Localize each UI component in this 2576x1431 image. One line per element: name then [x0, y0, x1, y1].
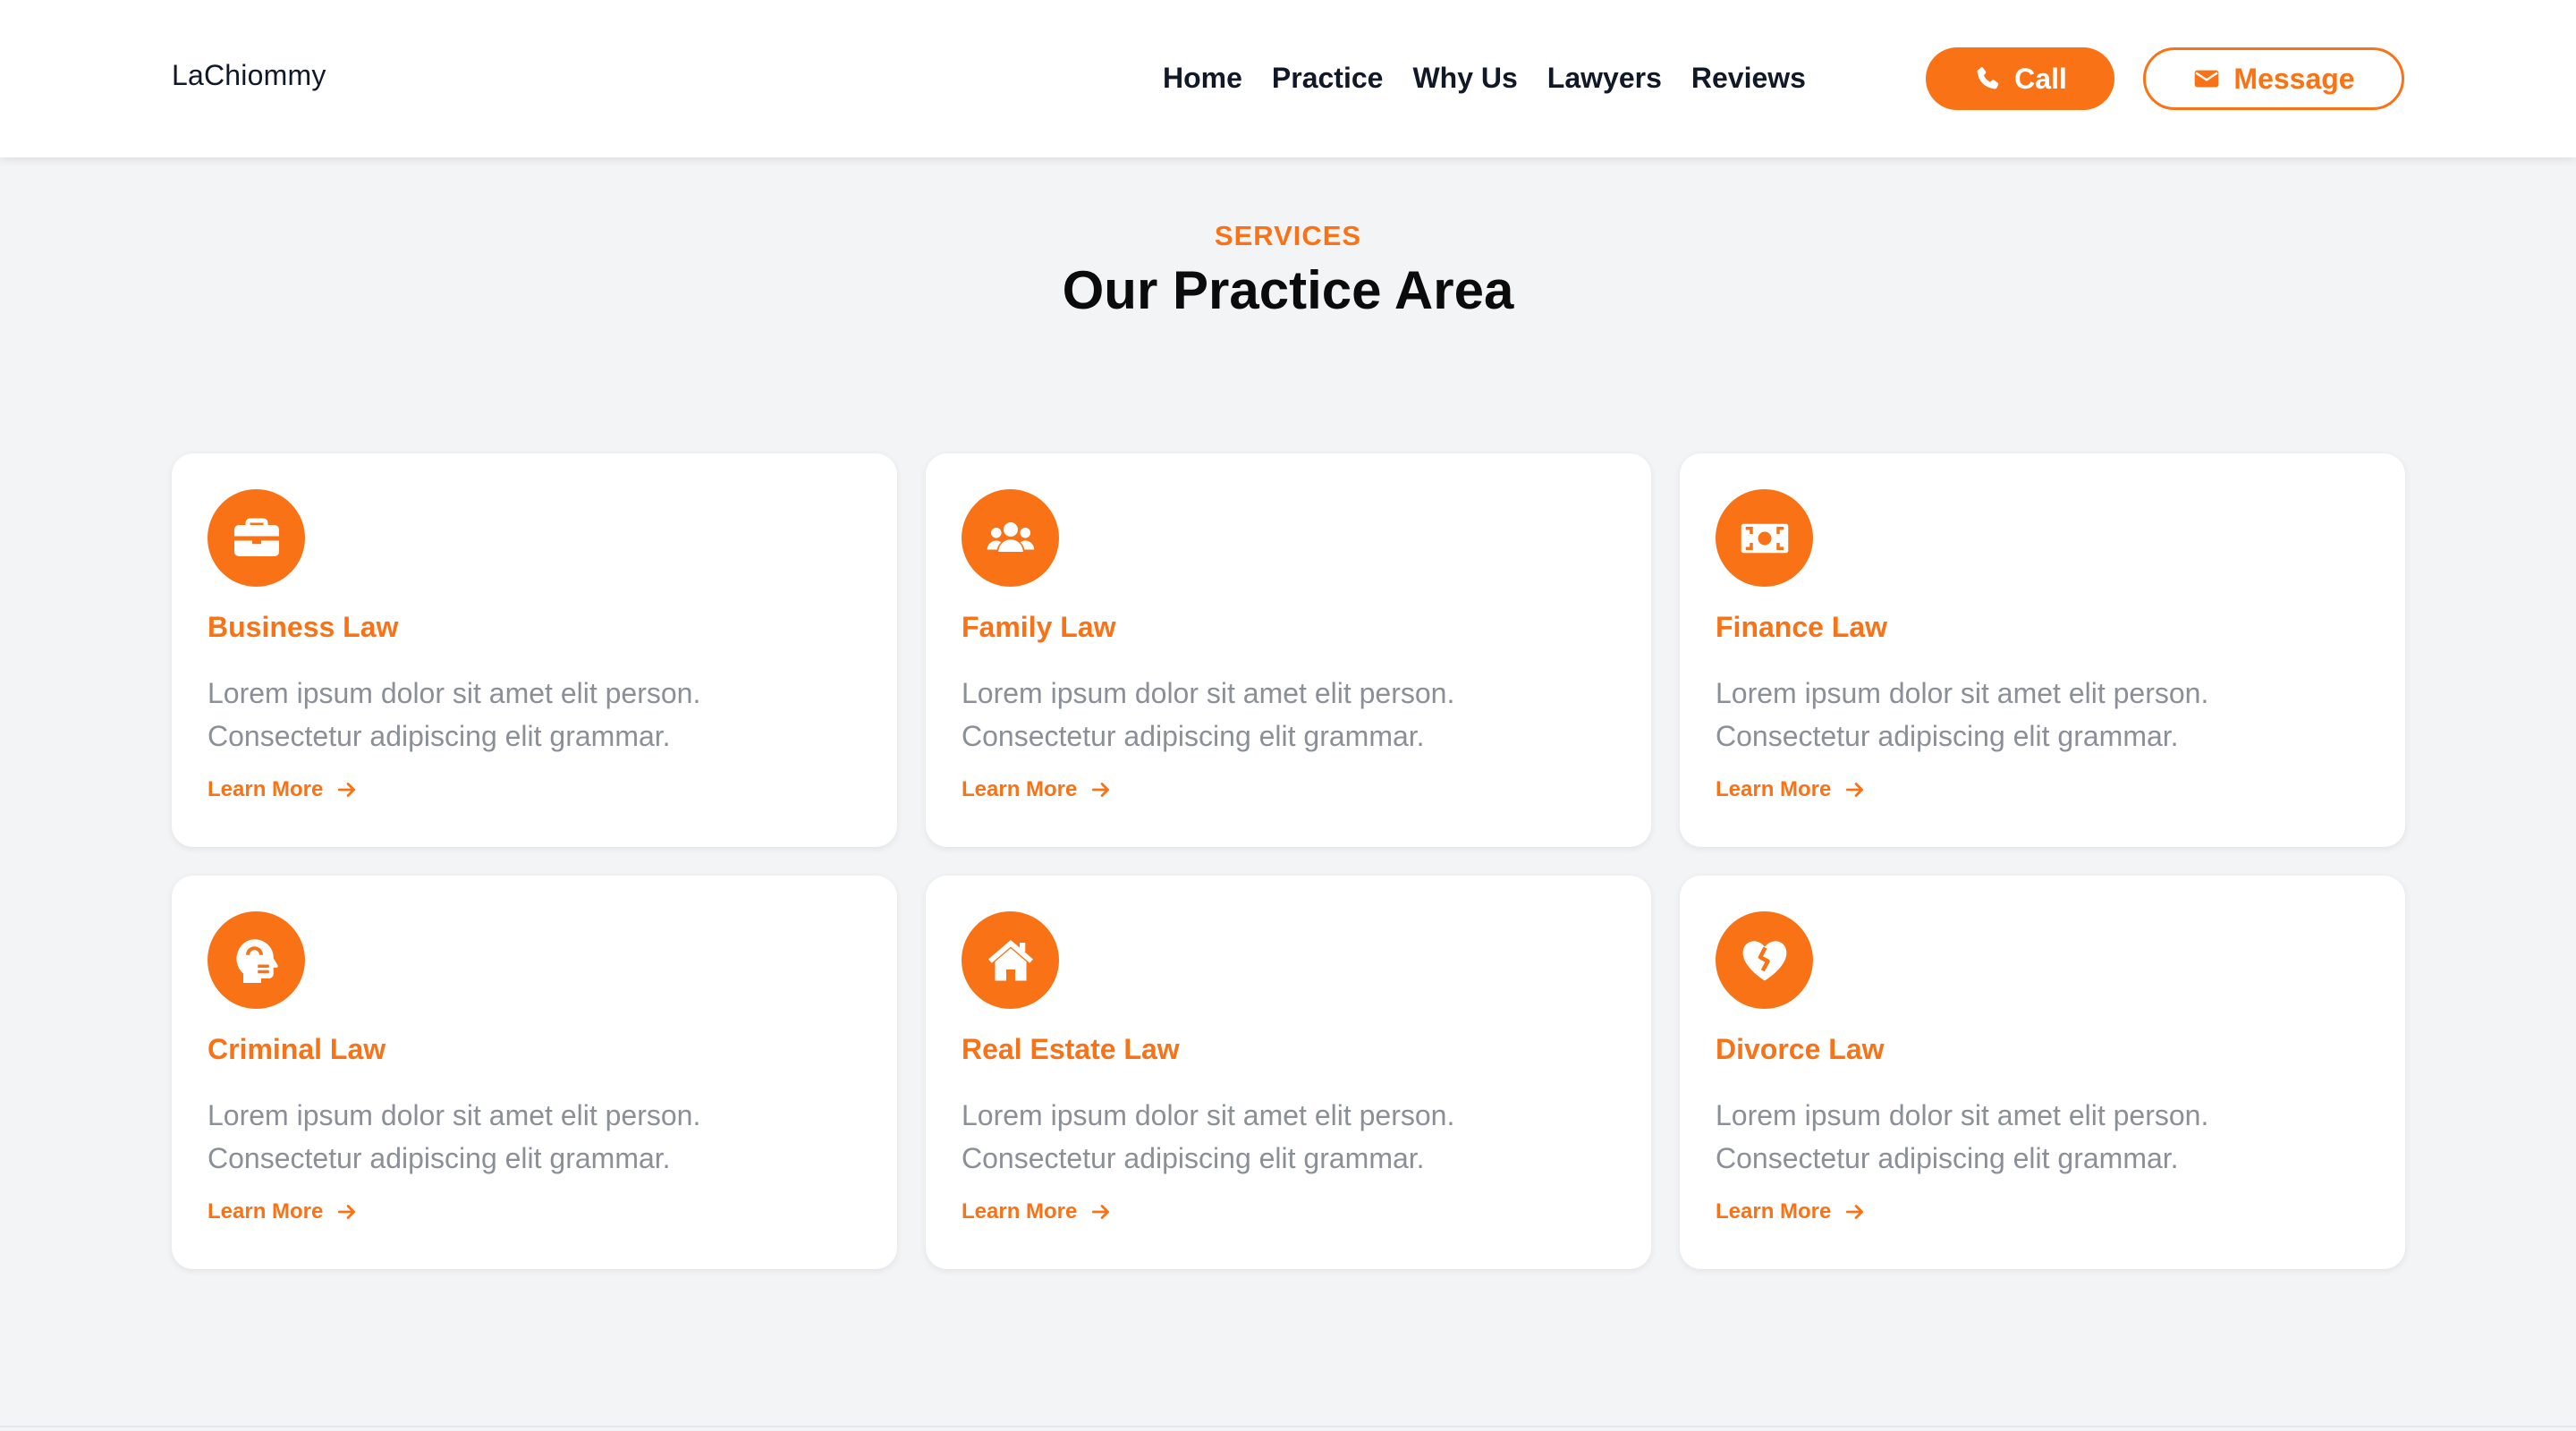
card-description-line: Consectetur adipiscing elit grammar.: [1716, 1142, 2179, 1174]
arrow-right-icon: [1092, 783, 1110, 797]
message-button[interactable]: Message: [2143, 47, 2404, 110]
people-icon: [962, 489, 1059, 587]
top-navbar: LaChiommy Home Practice Why Us Lawyers R…: [0, 0, 2576, 157]
money-bill-icon: [1716, 489, 1813, 587]
call-button-label: Call: [2014, 62, 2067, 95]
house-icon: [962, 911, 1059, 1009]
learn-more-label: Learn More: [208, 777, 324, 801]
learn-more-link[interactable]: Learn More: [1716, 777, 1867, 802]
learn-more-label: Learn More: [962, 777, 1078, 801]
card-title: Divorce Law: [1716, 1033, 1885, 1065]
card-description-line: Consectetur adipiscing elit grammar.: [1716, 720, 2179, 752]
card-description-line: Consectetur adipiscing elit grammar.: [962, 1142, 1425, 1174]
card-description-line: Lorem ipsum dolor sit amet elit person.: [208, 677, 701, 709]
card-description-line: Lorem ipsum dolor sit amet elit person.: [962, 677, 1455, 709]
card-description-line: Consectetur adipiscing elit grammar.: [208, 1142, 671, 1174]
heart-broken-icon: [1716, 911, 1813, 1009]
arrow-right-icon: [1846, 1205, 1864, 1219]
learn-more-label: Learn More: [208, 1199, 324, 1224]
card-description-line: Consectetur adipiscing elit grammar.: [208, 720, 671, 752]
nav-reviews[interactable]: Reviews: [1691, 57, 1806, 98]
call-button[interactable]: Call: [1926, 47, 2114, 110]
learn-more-link[interactable]: Learn More: [208, 1199, 359, 1224]
nav-practice[interactable]: Practice: [1272, 57, 1384, 98]
arrow-right-icon: [1846, 783, 1864, 797]
card-title: Criminal Law: [208, 1033, 386, 1065]
head-side-icon: [208, 911, 305, 1009]
practice-card-finance: Finance Law Lorem ipsum dolor sit amet e…: [1680, 453, 2405, 847]
card-description-line: Lorem ipsum dolor sit amet elit person.: [962, 1099, 1455, 1131]
learn-more-link[interactable]: Learn More: [962, 777, 1113, 802]
nav-why-us[interactable]: Why Us: [1412, 57, 1517, 98]
card-description-line: Lorem ipsum dolor sit amet elit person.: [1716, 677, 2209, 709]
footer-divider: [0, 1426, 2576, 1427]
card-description-line: Lorem ipsum dolor sit amet elit person.: [1716, 1099, 2209, 1131]
briefcase-icon: [208, 489, 305, 587]
message-button-label: Message: [2233, 62, 2355, 95]
section-eyebrow: SERVICES: [1214, 220, 1362, 251]
arrow-right-icon: [338, 783, 356, 797]
practice-card-family: Family Law Lorem ipsum dolor sit amet el…: [926, 453, 1651, 847]
card-title: Business Law: [208, 611, 399, 643]
card-description-line: Consectetur adipiscing elit grammar.: [962, 720, 1425, 752]
arrow-right-icon: [1092, 1205, 1110, 1219]
learn-more-label: Learn More: [1716, 777, 1832, 801]
learn-more-link[interactable]: Learn More: [962, 1199, 1113, 1224]
arrow-right-icon: [338, 1205, 356, 1219]
card-description: Lorem ipsum dolor sit amet elit person. …: [1716, 672, 2342, 758]
card-description-line: Lorem ipsum dolor sit amet elit person.: [208, 1099, 701, 1131]
phone-icon: [1973, 64, 2002, 93]
learn-more-label: Learn More: [962, 1199, 1078, 1224]
practice-card-divorce: Divorce Law Lorem ipsum dolor sit amet e…: [1680, 876, 2405, 1269]
practice-grid: Business Law Lorem ipsum dolor sit amet …: [172, 453, 2405, 1269]
envelope-icon: [2192, 64, 2221, 93]
card-title: Family Law: [962, 611, 1116, 643]
nav-lawyers[interactable]: Lawyers: [1547, 57, 1662, 98]
practice-card-criminal: Criminal Law Lorem ipsum dolor sit amet …: [172, 876, 897, 1269]
card-description: Lorem ipsum dolor sit amet elit person. …: [208, 672, 834, 758]
practice-card-business: Business Law Lorem ipsum dolor sit amet …: [172, 453, 897, 847]
learn-more-link[interactable]: Learn More: [208, 777, 359, 802]
nav-home[interactable]: Home: [1163, 57, 1242, 98]
card-description: Lorem ipsum dolor sit amet elit person. …: [208, 1094, 834, 1180]
brand-logo[interactable]: LaChiommy: [172, 59, 326, 92]
card-title: Real Estate Law: [962, 1033, 1180, 1065]
practice-card-real-estate: Real Estate Law Lorem ipsum dolor sit am…: [926, 876, 1651, 1269]
card-title: Finance Law: [1716, 611, 1888, 643]
section-title: Our Practice Area: [1062, 260, 1514, 320]
learn-more-link[interactable]: Learn More: [1716, 1199, 1867, 1224]
card-description: Lorem ipsum dolor sit amet elit person. …: [1716, 1094, 2342, 1180]
card-description: Lorem ipsum dolor sit amet elit person. …: [962, 1094, 1588, 1180]
main-nav: Home Practice Why Us Lawyers Reviews: [1163, 57, 1806, 98]
card-description: Lorem ipsum dolor sit amet elit person. …: [962, 672, 1588, 758]
learn-more-label: Learn More: [1716, 1199, 1832, 1224]
